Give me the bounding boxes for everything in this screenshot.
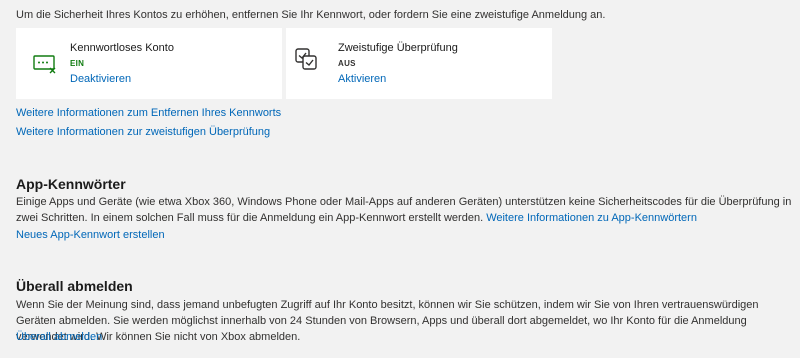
create-app-password-link[interactable]: Neues App-Kennwort erstellen	[16, 229, 165, 241]
app-passwords-description: Einige Apps und Geräte (wie etwa Xbox 36…	[16, 194, 792, 226]
intro-text: Um die Sicherheit Ihres Kontos zu erhöhe…	[16, 9, 606, 21]
two-step-info-link[interactable]: Weitere Informationen zur zweistufigen Ü…	[16, 126, 270, 138]
app-passwords-heading: App-Kennwörter	[16, 176, 126, 192]
sign-out-everywhere-link[interactable]: Überall abmelden	[16, 331, 102, 343]
remove-password-info-link[interactable]: Weitere Informationen zum Entfernen Ihre…	[16, 107, 281, 119]
deactivate-passwordless-link[interactable]: Deaktivieren	[70, 73, 131, 85]
passwordless-icon	[32, 51, 58, 77]
two-step-verification-icon	[294, 46, 320, 72]
two-step-verification-card: Zweistufige Überprüfung AUS Aktivieren	[286, 28, 552, 99]
two-step-title: Zweistufige Überprüfung	[338, 42, 458, 54]
sign-out-everywhere-heading: Überall abmelden	[16, 278, 133, 294]
app-passwords-info-link[interactable]: Weitere Informationen zu App-Kennwörtern	[486, 212, 697, 224]
two-step-status-badge: AUS	[338, 59, 356, 68]
sign-out-everywhere-description: Wenn Sie der Meinung sind, dass jemand u…	[16, 299, 759, 343]
passwordless-title: Kennwortloses Konto	[70, 42, 174, 54]
activate-two-step-link[interactable]: Aktivieren	[338, 73, 386, 85]
passwordless-account-card: Kennwortloses Konto EIN Deaktivieren	[16, 28, 282, 99]
passwordless-status-badge: EIN	[70, 59, 85, 68]
